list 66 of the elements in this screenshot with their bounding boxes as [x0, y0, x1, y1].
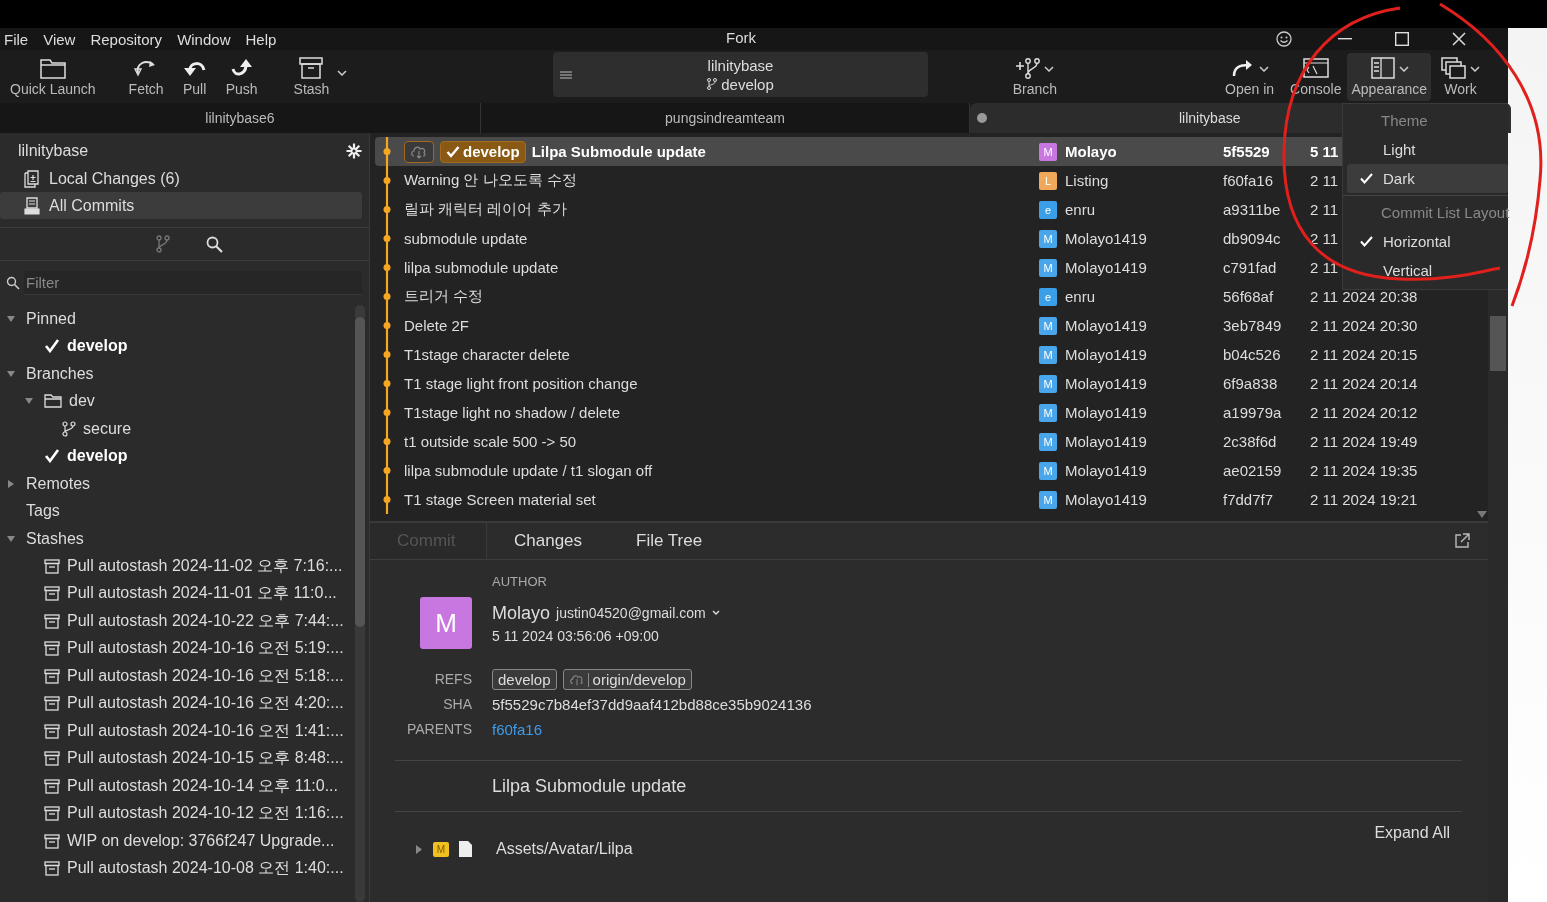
window-title: Fork: [726, 29, 756, 46]
commit-sha: c791fad: [1223, 259, 1277, 276]
author-avatar: L: [1039, 171, 1057, 190]
author-name: Molayo1419: [1065, 346, 1147, 363]
commit-date: 2 11 2024 20:30: [1310, 317, 1418, 334]
status-badge: M: [433, 841, 449, 857]
author-avatar: M: [1039, 258, 1057, 277]
author-name: enru: [1065, 288, 1096, 305]
author-name: Molayo1419: [1065, 259, 1147, 276]
commit-date: 2 11 2024 19:35: [1310, 462, 1418, 479]
commit-sha: a19979a: [1223, 404, 1282, 421]
commit-date: 2 11 2024 20:12: [1310, 404, 1418, 421]
commit-sha: ae02159: [1223, 462, 1282, 479]
author-avatar: M: [1039, 432, 1057, 451]
author-avatar: M: [1039, 142, 1057, 161]
author-name: Molayo1419: [1065, 491, 1147, 508]
author-avatar: M: [1039, 403, 1057, 422]
author-name: Molayo1419: [1065, 462, 1147, 479]
author-avatar: M: [1039, 461, 1057, 480]
commit-date: 2 11: [1310, 259, 1339, 276]
author-avatar: M: [1039, 345, 1057, 364]
commit-sha: b04c526: [1223, 346, 1281, 363]
author-avatar: M: [1039, 490, 1057, 509]
menu-header: Theme: [1380, 111, 1429, 131]
commit-date: 2 11 2024 20:38: [1310, 288, 1418, 305]
author-avatar: M: [1039, 374, 1057, 393]
commit-sha: a9311be: [1223, 201, 1281, 218]
commit-subject: Lilpa Submodule update: [491, 775, 688, 798]
commit-date: 2 11: [1310, 172, 1339, 189]
author-avatar: e: [1039, 287, 1057, 306]
commit-sha: 5f5529: [1223, 143, 1270, 160]
commit-date: 2 11 2024 20:14: [1310, 375, 1418, 392]
author-name: Molayo: [1065, 143, 1117, 160]
commit-date: 2 11 2024 19:49: [1310, 433, 1418, 450]
author-avatar: e: [1039, 200, 1057, 219]
author-name: Molayo: [492, 602, 551, 624]
commit-date: 2 11 2024 20:15: [1310, 346, 1418, 363]
author-name: Molayo1419: [1065, 375, 1147, 392]
commit-sha: f7dd7f7: [1223, 491, 1274, 508]
author-avatar: M: [420, 597, 472, 649]
author-avatar: M: [1039, 316, 1057, 335]
commit-date: 2 11 2024 19:21: [1310, 491, 1418, 508]
commit-sha: 3eb7849: [1223, 317, 1282, 334]
commit-sha: 56f68af: [1223, 288, 1274, 305]
author-name: Molayo1419: [1065, 433, 1147, 450]
author-label: AUTHOR: [492, 574, 548, 589]
sha-value: 5f5529c7b84ef37dd9aaf412bd88ce35b9024136: [492, 696, 812, 713]
repository-name: lilnitybase: [707, 55, 774, 75]
author-name: Molayo1419: [1065, 404, 1147, 421]
commit-sha: db9094c: [1223, 230, 1281, 247]
repository-name: lilnitybase: [18, 142, 89, 160]
author-name: Listing: [1065, 172, 1109, 189]
commit-sha: f60fa16: [1223, 172, 1274, 189]
author-name: Molayo1419: [1065, 230, 1147, 247]
field-label: REFS: [433, 670, 472, 689]
commit-date: 2 11: [1310, 201, 1339, 218]
author-avatar: M: [1039, 229, 1057, 248]
field-label: PARENTS: [405, 720, 472, 739]
author-name: Molayo1419: [1065, 317, 1147, 334]
commit-date: 5 11 2024 03:56:06 +09:00: [492, 627, 660, 644]
commit-sha: 6f9a838: [1223, 375, 1278, 392]
branch-name: develop: [721, 74, 774, 94]
commit-date: 5 11: [1310, 143, 1339, 160]
author-name: enru: [1065, 201, 1096, 218]
field-label: SHA: [442, 695, 472, 714]
commit-sha: 2c38f6d: [1223, 433, 1277, 450]
